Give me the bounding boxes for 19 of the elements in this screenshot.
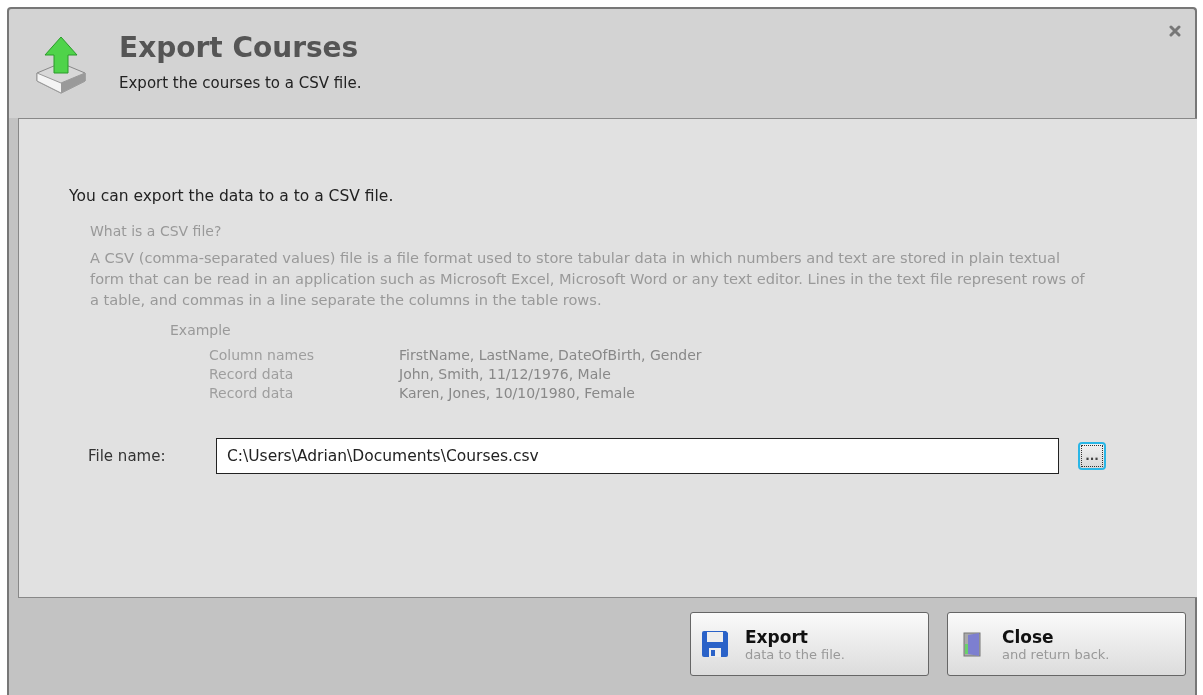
- example-value: Karen, Jones, 10/10/1980, Female: [399, 384, 636, 403]
- help-paragraph: A CSV (comma-separated values) file is a file format used to store tabular data in which numbers and text are stored in plain textual form that can be read in an application such as Microsoft Excel, Microsoft Word or any text editor. Lines in the text file represent rows of a table, and commas in a line separate the columns in the table rows.: [90, 248, 1086, 310]
- file-name-label: File name:: [88, 447, 167, 465]
- help-heading: What is a CSV file?: [90, 223, 223, 239]
- example-label: Column names: [209, 346, 316, 365]
- example-heading: Example: [170, 322, 232, 338]
- browse-button[interactable]: ...: [1078, 442, 1106, 470]
- dialog-subtitle: Export the courses to a CSV file.: [119, 74, 362, 92]
- export-tray-icon: [33, 35, 89, 95]
- example-value: FirstName, LastName, DateOfBirth, Gender: [399, 346, 703, 365]
- intro-text: You can export the data to a to a CSV file.: [69, 187, 395, 205]
- dialog-title: Export Courses: [119, 31, 360, 64]
- example-label: Record data: [209, 365, 295, 384]
- example-value: John, Smith, 11/12/1976, Male: [399, 365, 612, 384]
- close-icon[interactable]: [1169, 25, 1181, 37]
- export-button[interactable]: Export data to the file.: [690, 612, 929, 676]
- close-button[interactable]: Close and return back.: [947, 612, 1186, 676]
- file-name-field[interactable]: C:\Users\Adrian\Documents\Courses.csv: [216, 438, 1059, 474]
- example-label: Record data: [209, 384, 295, 403]
